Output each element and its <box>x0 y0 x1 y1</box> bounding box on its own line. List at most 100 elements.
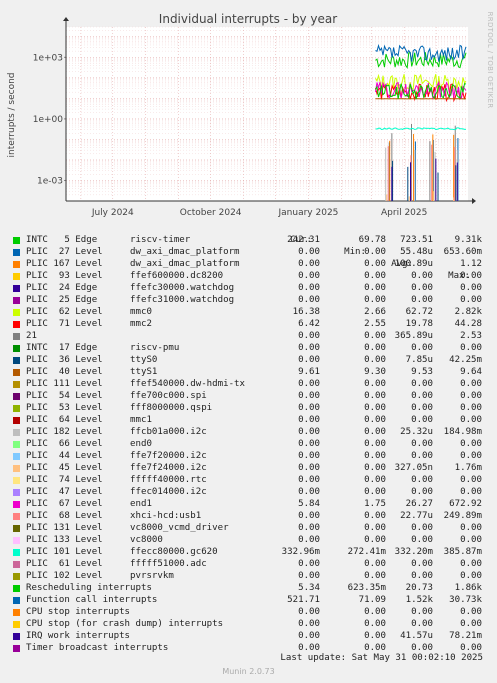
legend-cur-value: 521.71 <box>287 595 320 605</box>
legend-swatch <box>13 597 20 604</box>
legend-series-name: CPU stop (for crash dump) interrupts <box>26 619 224 629</box>
legend-cur-value: 332.96m <box>281 547 320 557</box>
legend-cur-value: 0.00 <box>298 391 320 401</box>
legend-max-value: 2.53 <box>460 331 482 341</box>
legend-max-value: 0.00 <box>460 343 482 353</box>
legend-row: PLIC 61 Level fffff51000.adc 0.00 0.00 0.00… <box>0 558 497 570</box>
x-tick-label: April 2025 <box>381 208 427 218</box>
legend-swatch <box>13 489 20 496</box>
legend-series-name: 21 <box>26 331 37 341</box>
legend-swatch <box>13 369 20 376</box>
legend-series-name: PLIC 53 Level fff8000000.qspi <box>26 403 213 413</box>
legend-max-value: 249.89m <box>443 511 482 521</box>
legend-max-value: 30.73k <box>449 595 482 605</box>
legend-max-value: 0.00 <box>460 607 482 617</box>
legend-row: PLIC 102 Level pvrsrvkm 0.00 0.00 0.00 0.00 <box>0 570 497 582</box>
legend-series-name: INTC 17 Edge riscv-pmu <box>26 343 180 353</box>
legend-row: PLIC 54 Level ffe700c000.spi 0.00 0.00 0.00… <box>0 390 497 402</box>
legend-max-value: 0.00 <box>460 451 482 461</box>
legend-swatch <box>13 273 20 280</box>
legend-row: IRQ work interrupts 0.00 0.00 41.57u 78.21m <box>0 630 497 642</box>
legend-row: PLIC 101 Level ffecc80000.gc620 332.96m 27… <box>0 546 497 558</box>
legend-cur-value: 0.00 <box>298 259 320 269</box>
legend-row: PLIC 111 Level ffef540000.dw-hdmi-tx 0.00… <box>0 378 497 390</box>
legend-series-name: PLIC 44 Level ffe7f20000.i2c <box>26 451 207 461</box>
legend-cur-value: 0.00 <box>298 427 320 437</box>
legend-row: PLIC 47 Level ffec014000.i2c 0.00 0.00 0.00… <box>0 486 497 498</box>
legend-series-name: PLIC 24 Edge ffefc30000.watchdog <box>26 283 235 293</box>
legend-max-value: 0.00 <box>460 415 482 425</box>
legend-series-name: PLIC 54 Level ffe700c000.spi <box>26 391 207 401</box>
legend-max-value: 0.00 <box>460 379 482 389</box>
legend-swatch <box>13 405 20 412</box>
legend-series-name: Rescheduling interrupts <box>26 583 152 593</box>
legend-swatch <box>13 549 20 556</box>
legend-series-name: PLIC 167 Level dw_axi_dmac_platform <box>26 259 240 269</box>
munin-version: Munin 2.0.73 <box>222 667 275 676</box>
legend-series-name: PLIC 71 Level mmc2 <box>26 319 152 329</box>
legend-max-value: 9.64 <box>460 367 482 377</box>
legend-swatch <box>13 285 20 292</box>
legend-cur-value: 0.00 <box>298 451 320 461</box>
legend-series-name: PLIC 27 Level dw_axi_dmac_platform <box>26 247 240 257</box>
y-tick-label: 1e+00 <box>33 115 64 125</box>
legend-cur-value: 5.34 <box>298 583 320 593</box>
legend-swatch <box>13 249 20 256</box>
legend-max-value: 44.28 <box>454 319 482 329</box>
legend-max-value: 0.00 <box>460 391 482 401</box>
legend-cur-value: 0.00 <box>298 415 320 425</box>
legend-swatch <box>13 381 20 388</box>
y-axis-arrow <box>63 17 69 21</box>
legend-series-name: PLIC 93 Level ffef600000.dc8200 <box>26 271 224 281</box>
legend-series-name: IRQ work interrupts <box>26 631 131 641</box>
legend-cur-value: 242.31 <box>287 235 320 245</box>
legend-row: PLIC 24 Edge ffefc30000.watchdog 0.00 0.00… <box>0 282 497 294</box>
legend-series-name: PLIC 61 Level fffff51000.adc <box>26 559 207 569</box>
legend-cur-value: 0.00 <box>298 379 320 389</box>
legend-row: PLIC 67 Level end1 5.84 1.75 26.27 672.92 <box>0 498 497 510</box>
legend-series-name: CPU stop interrupts <box>26 607 131 617</box>
legend-max-value: 385.87m <box>443 547 482 557</box>
legend-max-value: 0.00 <box>460 283 482 293</box>
legend-row: 21 0.00 0.00 365.89u 2.53 <box>0 330 497 342</box>
legend-cur-value: 0.00 <box>298 631 320 641</box>
legend-series-name: Timer broadcast interrupts <box>26 643 169 653</box>
legend-series-name: PLIC 102 Level pvrsrvkm <box>26 571 174 581</box>
legend-row: PLIC 40 Level ttyS1 9.61 9.30 9.53 9.64 <box>0 366 497 378</box>
legend-swatch <box>13 513 20 520</box>
legend-cur-value: 0.00 <box>298 475 320 485</box>
rrdtool-credit: RRDTOOL / TOBI OETIKER <box>486 12 494 109</box>
legend-row: INTC 5 Edge riscv-timer 242.31 69.78 723.51… <box>0 234 497 246</box>
legend-row: PLIC 133 Level vc8000 0.00 0.00 0.00 0.00 <box>0 534 497 546</box>
legend-row: PLIC 25 Edge ffefc31000.watchdog 0.00 0.00… <box>0 294 497 306</box>
legend-cur-value: 0.00 <box>298 523 320 533</box>
legend-max-value: 653.60m <box>443 247 482 257</box>
legend-cur-value: 6.42 <box>298 319 320 329</box>
legend-cur-value: 0.00 <box>298 487 320 497</box>
legend-swatch <box>13 585 20 592</box>
legend-series-name: PLIC 131 Level vc8000_vcmd_driver <box>26 523 229 533</box>
legend-max-value: 2.82k <box>454 307 482 317</box>
legend-swatch <box>13 393 20 400</box>
legend-row: PLIC 27 Level dw_axi_dmac_platform 0.00 0.… <box>0 246 497 258</box>
legend-swatch <box>13 261 20 268</box>
legend-swatch <box>13 573 20 580</box>
legend-series-name: PLIC 66 Level end0 <box>26 439 152 449</box>
legend-max-value: 0.00 <box>460 559 482 569</box>
legend-series-name: PLIC 182 Level ffcb01a000.i2c <box>26 427 207 437</box>
legend-swatch <box>13 561 20 568</box>
legend-max-value: 0.00 <box>460 271 482 281</box>
chart: Individual interrupts - by year RRDTOOL … <box>7 12 494 218</box>
legend-cur-value: 0.00 <box>298 559 320 569</box>
legend-cur-value: 0.00 <box>298 271 320 281</box>
legend-max-value: 1.12 <box>460 259 482 269</box>
legend-max-value: 0.00 <box>460 619 482 629</box>
legend-series-name: PLIC 25 Edge ffefc31000.watchdog <box>26 295 235 305</box>
legend-swatch <box>13 477 20 484</box>
legend-cur-value: 0.00 <box>298 331 320 341</box>
legend-swatch <box>13 345 20 352</box>
legend-swatch <box>13 297 20 304</box>
legend-row: Function call interrupts 521.71 71.09 1.52k… <box>0 594 497 606</box>
legend-series-name: PLIC 62 Level mmc0 <box>26 307 152 317</box>
legend-cur-value: 0.00 <box>298 247 320 257</box>
